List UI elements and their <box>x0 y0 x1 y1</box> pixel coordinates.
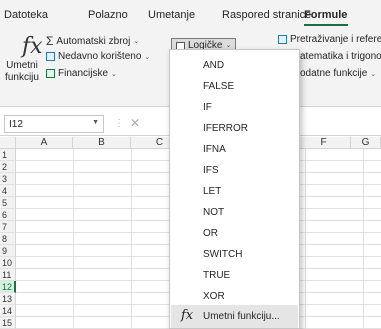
menu-item-not[interactable]: NOT <box>203 207 224 218</box>
row-header[interactable]: 7 <box>0 221 16 233</box>
more-functions-button[interactable]: odatne funkcije ⌄ <box>300 68 376 79</box>
menu-item-true[interactable]: TRUE <box>203 270 230 281</box>
insert-function-menu-item[interactable]: fx Umetni funkciju... <box>171 305 298 328</box>
recently-used-button[interactable]: Nedavno korišteno ⌄ <box>46 51 150 62</box>
chevron-down-icon: ⌄ <box>370 70 377 78</box>
menu-item-and[interactable]: AND <box>203 60 224 71</box>
autosum-button[interactable]: Σ Automatski zbroj ⌄ <box>46 34 139 48</box>
logical-functions-menu: AND FALSE IF IFERROR IFNA IFS LET NOT OR… <box>169 49 300 329</box>
chevron-down-icon[interactable]: ▼ <box>92 119 99 126</box>
row-header[interactable]: 15 <box>0 317 16 329</box>
tab-formule[interactable]: Formule <box>304 9 347 21</box>
ribbon-tabs: Datoteka Polazno Umetanje Raspored stran… <box>0 0 381 28</box>
row-header[interactable]: 3 <box>0 173 16 185</box>
tab-datoteka[interactable]: Datoteka <box>4 9 48 21</box>
tab-polazno[interactable]: Polazno <box>88 9 128 21</box>
menu-item-ifs[interactable]: IFS <box>203 165 219 176</box>
formula-bar-separator: ⋮ <box>114 118 124 129</box>
row-header[interactable]: 11 <box>0 269 16 281</box>
math-trig-button[interactable]: atematika i trigono <box>300 51 381 62</box>
financial-button[interactable]: Financijske ⌄ <box>46 68 117 79</box>
row-header[interactable]: 1 <box>0 149 16 161</box>
column-header-a[interactable]: A <box>16 137 73 149</box>
menu-item-let[interactable]: LET <box>203 186 221 197</box>
active-tab-underline <box>304 24 348 26</box>
column-header-f[interactable]: F <box>297 137 351 149</box>
cancel-icon[interactable]: ✕ <box>130 116 140 130</box>
row-header[interactable]: 2 <box>0 161 16 173</box>
row-header[interactable]: 14 <box>0 305 16 317</box>
select-all-corner[interactable] <box>0 137 16 149</box>
sigma-icon: Σ <box>46 34 54 48</box>
row-header-selected[interactable]: 12 <box>0 281 16 293</box>
row-header[interactable]: 10 <box>0 257 16 269</box>
lookup-reference-button[interactable]: Pretraživanje i refere <box>278 34 381 45</box>
chevron-down-icon: ⌄ <box>144 53 151 61</box>
menu-item-if[interactable]: IF <box>203 102 212 113</box>
row-header[interactable]: 13 <box>0 293 16 305</box>
row-header[interactable]: 8 <box>0 233 16 245</box>
fx-icon: fx <box>22 34 43 59</box>
chevron-down-icon: ⌄ <box>133 38 140 45</box>
chevron-down-icon: ⌄ <box>111 70 117 78</box>
menu-item-false[interactable]: FALSE <box>203 81 234 92</box>
tab-raspored-stranice[interactable]: Raspored stranice <box>222 9 311 21</box>
menu-item-iferror[interactable]: IFERROR <box>203 123 248 134</box>
menu-item-or[interactable]: OR <box>203 228 218 239</box>
lookup-icon <box>278 35 287 44</box>
tab-umetanje[interactable]: Umetanje <box>148 9 195 21</box>
row-header[interactable]: 9 <box>0 245 16 257</box>
star-book-icon <box>46 52 55 61</box>
row-header[interactable]: 4 <box>0 185 16 197</box>
insert-function-label: Umetni funkciju <box>5 60 39 83</box>
menu-item-xor[interactable]: XOR <box>203 291 225 302</box>
column-header-b[interactable]: B <box>73 137 131 149</box>
name-box[interactable]: I12 ▼ <box>4 115 104 133</box>
fx-icon: fx <box>181 308 194 323</box>
column-header-g[interactable]: G <box>351 137 381 149</box>
menu-item-ifna[interactable]: IFNA <box>203 144 226 155</box>
row-header[interactable]: 5 <box>0 197 16 209</box>
financial-book-icon <box>46 69 55 78</box>
menu-item-switch[interactable]: SWITCH <box>203 249 242 260</box>
row-header[interactable]: 6 <box>0 209 16 221</box>
